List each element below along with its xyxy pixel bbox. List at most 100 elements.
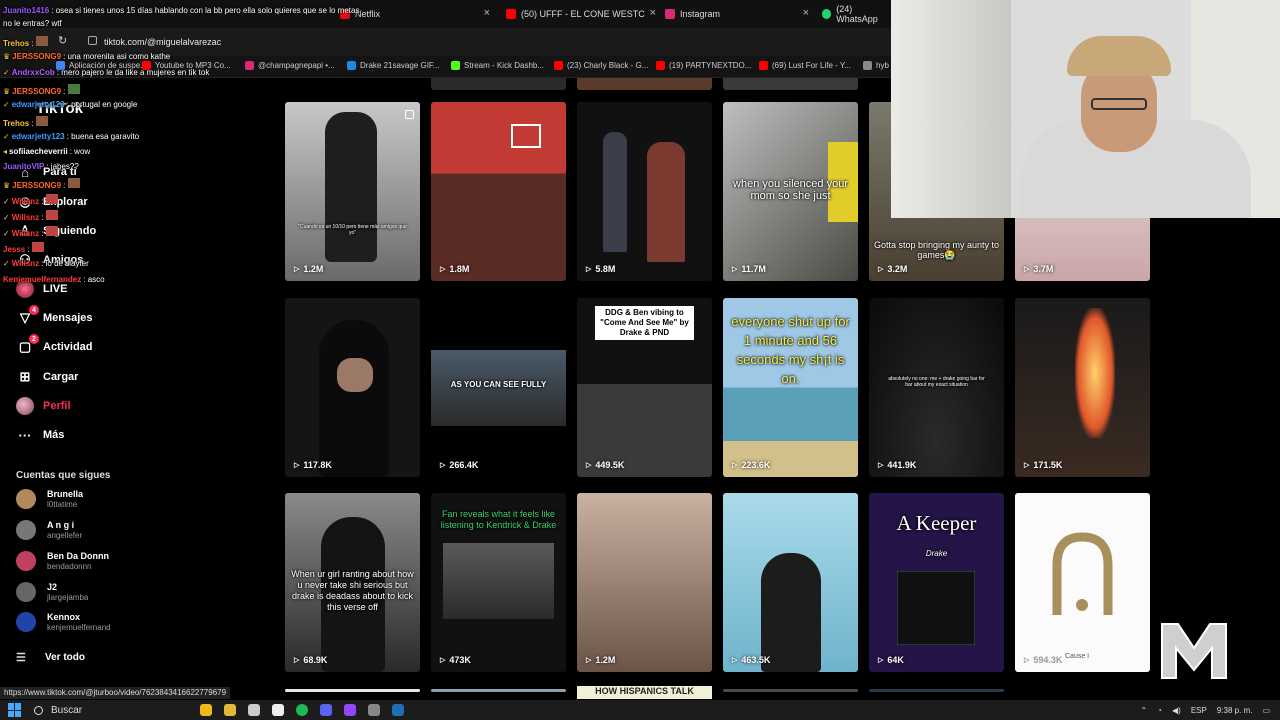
video-thumbnail[interactable]: ▷ 463.5K [723, 493, 858, 672]
video-thumbnail[interactable]: when you silenced your mom so she just ▷… [723, 102, 858, 281]
view-count: ▷ 171.5K [1024, 460, 1063, 470]
wifi-icon[interactable]: ◔ [1157, 706, 1162, 715]
chat-message: Trehos: [3, 116, 48, 129]
video-thumbnail[interactable]: When ur girl ranting about how u never t… [285, 493, 420, 672]
tab-whatsapp[interactable]: (24) WhatsApp [822, 4, 892, 24]
view-count: ▷ 449.5K [586, 460, 625, 470]
video-thumbnail[interactable]: absolutely no one: me + drake going bar … [869, 298, 1004, 477]
following-account[interactable]: Kennox kenjemuelfernand [16, 607, 111, 637]
bookmark-item[interactable]: (69) Lust For Life - Y... [759, 61, 851, 70]
taskbar-search[interactable]: Buscar [34, 705, 194, 716]
view-count: ▷ 3.7M [1024, 264, 1054, 274]
nav-cargar[interactable]: ⊞ Cargar [16, 365, 79, 389]
notification-icon[interactable]: ▭ [1262, 706, 1270, 715]
tab-youtube[interactable]: (50) UFFF - EL CONE WESTC × [506, 4, 656, 24]
video-thumbnail-partial[interactable] [869, 689, 1004, 692]
video-thumbnail[interactable]: ▷ 5.8M [577, 102, 712, 281]
mute-icon: ◂ [3, 147, 8, 156]
chat-message: ♛ JERSSONG9: una morenita asi como kathe [3, 52, 171, 61]
avatar [16, 551, 36, 571]
video-thumbnail[interactable]: DDG & Ben vibing to "Come And See Me" by… [577, 298, 712, 477]
view-count: ▷ 68.9K [294, 655, 328, 665]
nav-actividad[interactable]: ▢ 2 Actividad [16, 334, 93, 359]
video-thumbnail[interactable]: ▷ 1.2M [577, 493, 712, 672]
video-thumbnail[interactable]: ▷ 171.5K [1015, 298, 1150, 477]
volume-icon[interactable]: ◀) [1172, 706, 1181, 715]
system-tray: ⌃ ◔ ◀) ESP 9:38 p. m. ▭ [1130, 700, 1270, 720]
bookmark-item[interactable]: Stream - Kick Dashb... [451, 61, 544, 70]
activity-icon: ▢ 2 [16, 334, 39, 356]
video-thumbnail-partial[interactable]: HOW HISPANICS TALK [577, 686, 712, 699]
video-thumbnail-partial[interactable] [723, 78, 858, 90]
following-account[interactable]: A n g i angellefer [16, 515, 82, 545]
view-count: ▷ 223.6K [732, 460, 771, 470]
nav-perfil[interactable]: Perfil [16, 394, 71, 418]
site-info-icon[interactable] [88, 36, 97, 45]
play-icon: ▷ [440, 462, 446, 469]
emote-icon [35, 116, 48, 126]
following-account[interactable]: Ben Da Donnn bendadonnn [16, 546, 109, 576]
video-thumbnail-partial[interactable] [431, 689, 566, 692]
see-all-button[interactable]: ☰ Ver todo [16, 651, 85, 664]
following-title: Cuentas que sigues [16, 470, 111, 481]
close-tab-icon[interactable]: × [484, 7, 490, 19]
windows-start-icon[interactable] [8, 703, 22, 717]
bookmark-item[interactable]: (23) Charly Black - G... [554, 61, 648, 70]
app-icon[interactable] [368, 704, 380, 716]
nav-mensajes[interactable]: ▽ 4 Mensajes [16, 305, 93, 330]
play-icon: ▷ [732, 266, 738, 273]
app-icon[interactable] [272, 704, 284, 716]
instagram-icon [665, 9, 675, 19]
profile-icon [16, 397, 34, 415]
video-thumbnail-partial[interactable] [577, 78, 712, 90]
tab-netflix[interactable]: Netflix × [340, 4, 490, 24]
emote-icon [35, 36, 48, 46]
youtube-icon [759, 61, 768, 70]
person-figure [647, 142, 685, 262]
bookmark-item[interactable]: hyb [863, 61, 889, 70]
discord-icon[interactable] [320, 704, 332, 716]
url-field[interactable]: tiktok.com/@miguelalvarezac [104, 37, 221, 47]
verified-icon: ✓ [3, 68, 10, 77]
close-tab-icon[interactable]: × [803, 7, 809, 19]
video-thumbnail[interactable]: Fan reveals what it feels like listening… [431, 493, 566, 672]
file-explorer-icon[interactable] [224, 704, 236, 716]
clock[interactable]: 9:38 p. m. [1217, 706, 1253, 715]
close-tab-icon[interactable]: × [650, 7, 656, 19]
chrome-icon[interactable] [200, 704, 212, 716]
view-count: ▷ 64K [878, 655, 904, 665]
video-thumbnail[interactable]: AS YOU CAN SEE FULLY ▷ 266.4K [431, 298, 566, 477]
play-icon: ▷ [1024, 266, 1030, 273]
app-icon[interactable] [392, 704, 404, 716]
bookmark-item[interactable]: (19) PARTYNEXTDO... [656, 61, 751, 70]
nav-mas[interactable]: ··· Más [16, 423, 65, 447]
video-thumbnail[interactable]: everyone shut up for 1 minute and 56 sec… [723, 298, 858, 477]
obs-icon[interactable] [344, 704, 356, 716]
messages-icon: ▽ 4 [16, 305, 39, 327]
chat-message: ✓ AndrxxCob: mero pajero le da like a muj… [3, 68, 210, 77]
video-thumbnail[interactable]: "Cuando es un 10/10 pero tiene más amigo… [285, 102, 420, 281]
following-account[interactable]: J2 jlargejamba [16, 577, 88, 607]
spotify-icon[interactable] [296, 704, 308, 716]
bookmark-icon [863, 61, 872, 70]
following-account[interactable]: Brunella l0ttatime [16, 484, 83, 514]
view-count: ▷ 473K [440, 655, 471, 665]
emote-icon [45, 210, 58, 220]
reload-icon[interactable]: ↻ [58, 34, 67, 47]
bookmark-item[interactable]: @champagnepapi •... [245, 61, 335, 70]
video-thumbnail[interactable]: A Keeper Drake ▷ 64K [869, 493, 1004, 672]
bookmark-item[interactable]: Drake 21savage GIF... [347, 61, 440, 70]
verified-icon: ✓ [3, 197, 10, 206]
tab-instagram[interactable]: Instagram × [665, 4, 809, 24]
video-thumbnail[interactable]: ▷ 1.8M [431, 102, 566, 281]
video-thumbnail-partial[interactable] [431, 78, 566, 90]
app-icon[interactable] [248, 704, 260, 716]
language-indicator[interactable]: ESP [1191, 706, 1207, 715]
chevron-up-icon[interactable]: ⌃ [1140, 706, 1147, 715]
verified-icon: ✓ [3, 229, 10, 238]
chat-message: ✓ Willsnz: [3, 210, 58, 223]
video-thumbnail-partial[interactable] [285, 689, 420, 692]
video-thumbnail[interactable]: Cause I ▷ 594.3K [1015, 493, 1150, 672]
video-thumbnail[interactable]: ▷ 117.8K [285, 298, 420, 477]
video-thumbnail-partial[interactable] [723, 689, 858, 692]
